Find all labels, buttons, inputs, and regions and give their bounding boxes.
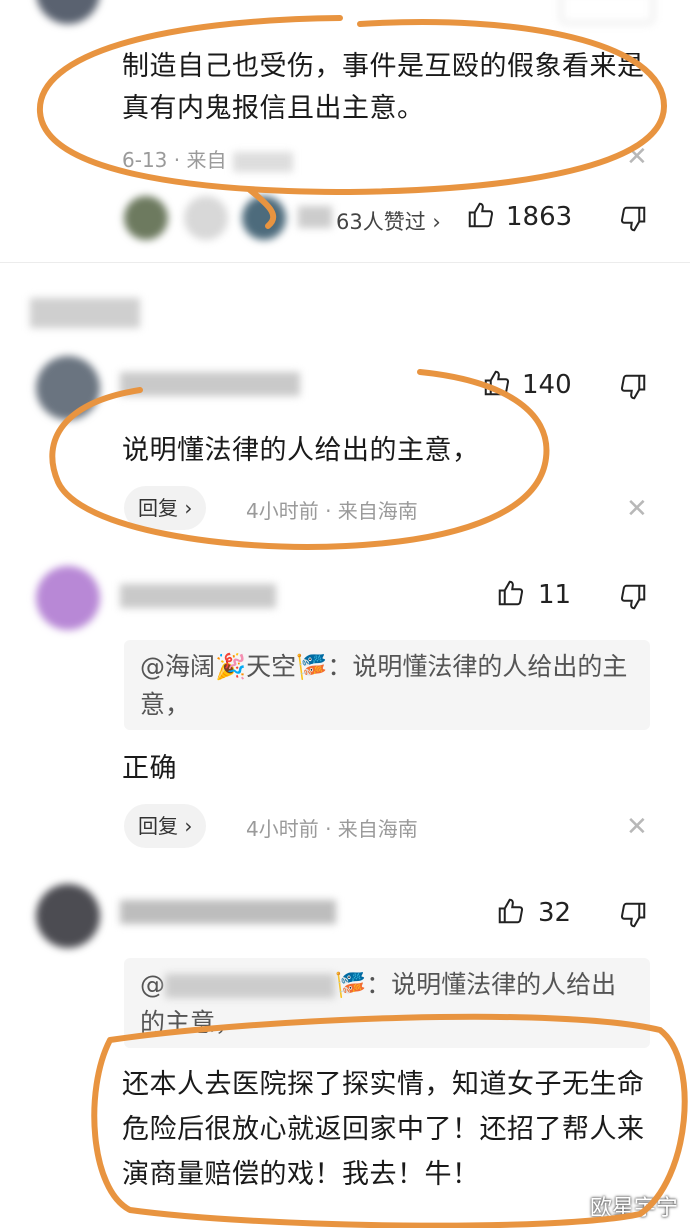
comment-text: 说明懂法律的人给出的主意， — [122, 435, 480, 466]
like-button[interactable] — [496, 896, 526, 926]
comment-location: · 来自海南 — [325, 499, 418, 523]
reply-button[interactable]: 回复 › — [124, 804, 207, 848]
watermark: 欧星宇宁 — [590, 1196, 679, 1221]
quote-name-redacted[interactable] — [165, 974, 335, 998]
like-count: 32 — [538, 898, 572, 928]
thumb-down-icon — [620, 584, 646, 610]
avatar[interactable] — [36, 884, 100, 948]
flag-icon: 🎏 — [296, 652, 328, 681]
comment-meta: 4小时前 · 来自海南 — [246, 813, 418, 842]
thumb-up-icon — [498, 580, 524, 606]
avatar[interactable] — [36, 356, 100, 420]
dislike-button[interactable] — [618, 372, 648, 402]
dislike-button[interactable] — [618, 204, 648, 234]
username-redacted[interactable] — [120, 372, 300, 396]
quote-mention[interactable]: @海阔 — [140, 652, 215, 681]
comment-time: 4小时前 — [246, 499, 319, 523]
thumb-up-icon — [468, 202, 494, 228]
flag-icon: 🎏 — [335, 970, 367, 999]
location-redacted — [232, 151, 293, 172]
thumb-up-icon — [484, 370, 510, 396]
thumb-down-icon — [620, 206, 646, 232]
like-button[interactable] — [466, 200, 496, 230]
like-count: 11 — [538, 580, 572, 610]
liker-avatar[interactable] — [242, 196, 286, 240]
reply-button[interactable]: 回复 › — [124, 486, 207, 530]
dislike-button[interactable] — [618, 900, 648, 930]
comment-date: 6-13 — [122, 148, 168, 172]
dislike-button[interactable] — [618, 582, 648, 612]
avatar[interactable] — [36, 566, 100, 630]
comment-time: 4小时前 — [246, 817, 319, 841]
comment-meta: 4小时前 · 来自海南 — [246, 495, 418, 524]
like-button[interactable] — [482, 368, 512, 398]
comment-meta: 6-13 · 来自 — [122, 144, 293, 173]
liker-avatar[interactable] — [124, 196, 168, 240]
liker-avatar[interactable] — [184, 196, 228, 240]
thumb-down-icon — [620, 374, 646, 400]
divider — [0, 262, 690, 263]
thumb-up-icon — [498, 898, 524, 924]
username-redacted[interactable] — [120, 900, 336, 924]
comment-text: 还本人去医院探了探实情，知道女子无生命危险后很放心就返回家中了！还招了帮人来演商… — [122, 1069, 645, 1190]
section-header-redacted — [30, 298, 140, 328]
comment-text: 正确 — [122, 753, 177, 784]
close-icon[interactable]: ✕ — [626, 494, 648, 524]
quote-mention[interactable]: @ — [140, 970, 165, 999]
party-icon: 🎉 — [215, 652, 247, 681]
comment-location: · 来自海南 — [325, 817, 418, 841]
like-button[interactable] — [496, 578, 526, 608]
thumb-down-icon — [620, 902, 646, 928]
quoted-comment[interactable]: @ 🎏：说明懂法律的人给出的主意， — [124, 958, 650, 1048]
likers-name-redacted — [298, 206, 332, 228]
close-icon[interactable]: ✕ — [626, 812, 648, 842]
quote-name[interactable]: 天空 — [246, 652, 296, 681]
like-count: 140 — [522, 370, 572, 400]
quoted-comment[interactable]: @海阔🎉天空🎏：说明懂法律的人给出的主意， — [124, 640, 650, 730]
comment-text: 制造自己也受伤，事件是互殴的假象看来是真有内鬼报信且出主意。 — [122, 51, 645, 124]
comment-from: · 来自 — [173, 148, 227, 172]
likers-count[interactable]: 63人赞过 › — [336, 206, 441, 236]
like-count: 1863 — [506, 202, 573, 232]
close-icon[interactable]: ✕ — [626, 142, 648, 172]
top-tag — [560, 0, 654, 24]
username-redacted[interactable] — [120, 584, 276, 608]
avatar[interactable] — [36, 0, 100, 24]
